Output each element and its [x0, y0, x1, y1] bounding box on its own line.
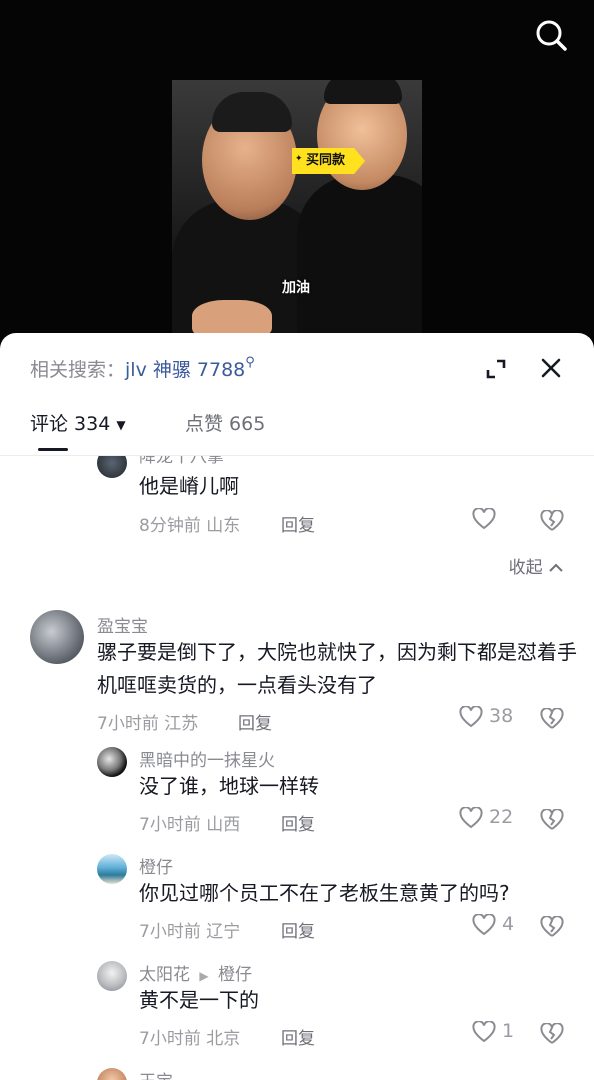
heart-icon [459, 805, 483, 828]
comment-time: 7小时前 [139, 1029, 201, 1049]
buy-same-tag[interactable]: ✦ 买同款 [292, 148, 366, 174]
comment-text: 你见过哪个员工不在了老板生意黄了的吗? [139, 881, 510, 905]
comment-meta: 7小时前 北京 [139, 1024, 240, 1049]
broken-heart-icon [540, 509, 564, 531]
like-count: 1 [502, 1020, 515, 1042]
collapse-label: 收起 [508, 558, 543, 578]
comment-time: 7小时前 [139, 922, 201, 942]
broken-heart-icon [540, 915, 564, 937]
comment-location: 北京 [206, 1029, 241, 1049]
dislike-button[interactable] [540, 707, 564, 730]
video-caption: 加油 [282, 280, 310, 296]
like-button[interactable]: 22 [459, 805, 514, 829]
tab-likes[interactable]: 点赞 665 [185, 409, 265, 436]
like-button[interactable] [472, 506, 496, 530]
avatar[interactable] [97, 961, 127, 991]
person-right-body [297, 175, 422, 345]
reply-arrow-icon: ▶ [199, 969, 209, 983]
reply-button[interactable]: 回复 [281, 810, 315, 835]
avatar[interactable] [97, 1068, 127, 1080]
related-search-prefix: 相关搜索： [30, 359, 126, 381]
comment-sheet: 相关搜索：jlv 神骡 7788⚲ 评论 334 ▼ 点赞 665 降龙十八掌 他… [0, 333, 594, 1080]
sparkle-icon: ✦ [295, 154, 303, 164]
tab-comments[interactable]: 评论 334 ▼ [30, 409, 126, 436]
comment-meta: 8分钟前 山东 [139, 511, 240, 536]
comment-username[interactable]: 太阳花 [139, 965, 190, 985]
buy-same-label: 买同款 [306, 153, 346, 168]
tab-comments-label: 评论 334 [30, 413, 111, 435]
heart-icon [459, 704, 483, 727]
video-player[interactable]: ✦ 买同款 加油 [0, 0, 594, 345]
comment-username[interactable]: 盈宝宝 [97, 612, 148, 637]
person-right-hair [324, 80, 402, 104]
comment-username-line: 太阳花 ▶ 橙仔 [139, 960, 252, 985]
avatar[interactable] [30, 610, 84, 664]
comment-time: 7小时前 [97, 714, 159, 734]
avatar[interactable] [97, 747, 127, 777]
reply-button[interactable]: 回复 [238, 709, 272, 734]
comment-meta: 7小时前 江苏 [97, 709, 198, 734]
avatar[interactable] [97, 456, 127, 478]
broken-heart-icon [540, 1022, 564, 1044]
comment-text: 骡子要是倒下了，大院也就快了，因为剩下都是怼着手机哐哐卖货的，一点看头没有了 [97, 640, 577, 697]
close-icon[interactable] [540, 357, 562, 379]
broken-heart-icon [540, 808, 564, 830]
comment-text: 没了谁，地球一样转 [139, 774, 319, 798]
comment-list[interactable]: 降龙十八掌 他是嵴儿啊 8分钟前 山东 回复 收起 盈宝宝 骡子要是倒下了，大院… [0, 456, 594, 1080]
related-search[interactable]: 相关搜索：jlv 神骡 7788⚲ [30, 355, 255, 382]
comment-username[interactable]: 橙仔 [139, 853, 173, 878]
like-count: 38 [489, 705, 514, 727]
search-icon[interactable] [534, 18, 568, 52]
expand-icon[interactable] [484, 357, 508, 381]
comment-time: 8分钟前 [139, 516, 201, 536]
comment-text: 他是嵴儿啊 [139, 474, 239, 498]
reply-to-username[interactable]: 橙仔 [218, 965, 252, 985]
comment-username[interactable]: 降龙十八掌 [139, 456, 224, 467]
like-button[interactable]: 38 [459, 704, 514, 728]
reply-button[interactable]: 回复 [281, 917, 315, 942]
comment-location: 辽宁 [206, 922, 241, 942]
caret-down-icon[interactable]: ▼ [116, 418, 125, 432]
search-small-icon: ⚲ [245, 355, 255, 370]
comment-text: 黄不是一下的 [139, 988, 259, 1012]
dislike-button[interactable] [540, 1022, 564, 1045]
reply-button[interactable]: 回复 [281, 511, 315, 536]
comment-location: 江苏 [164, 714, 199, 734]
reply-button[interactable]: 回复 [281, 1024, 315, 1049]
person-left-hair [212, 92, 292, 132]
avatar[interactable] [97, 854, 127, 884]
like-count: 4 [502, 913, 515, 935]
dislike-button[interactable] [540, 808, 564, 831]
comment-location: 山西 [206, 815, 241, 835]
like-count: 22 [489, 806, 514, 828]
heart-icon [472, 912, 496, 935]
collapse-replies[interactable]: 收起 [509, 553, 564, 578]
heart-icon [472, 1019, 496, 1042]
comment-meta: 7小时前 山西 [139, 810, 240, 835]
comment-time: 7小时前 [139, 815, 201, 835]
chevron-up-icon [549, 563, 563, 572]
related-search-keyword[interactable]: jlv 神骡 7788 [125, 359, 245, 381]
broken-heart-icon [540, 707, 564, 729]
active-tab-indicator [38, 448, 68, 451]
video-frame: ✦ 买同款 加油 [172, 80, 422, 345]
like-button[interactable]: 4 [472, 912, 515, 936]
dislike-button[interactable] [540, 915, 564, 938]
dislike-button[interactable] [540, 509, 564, 532]
comment-username[interactable]: 黑暗中的一抹星火 [139, 746, 275, 771]
comment-username[interactable]: 王宝 [139, 1067, 173, 1080]
comment-location: 山东 [206, 516, 241, 536]
like-button[interactable]: 1 [472, 1019, 515, 1043]
comment-meta: 7小时前 辽宁 [139, 917, 240, 942]
heart-icon [472, 506, 496, 529]
